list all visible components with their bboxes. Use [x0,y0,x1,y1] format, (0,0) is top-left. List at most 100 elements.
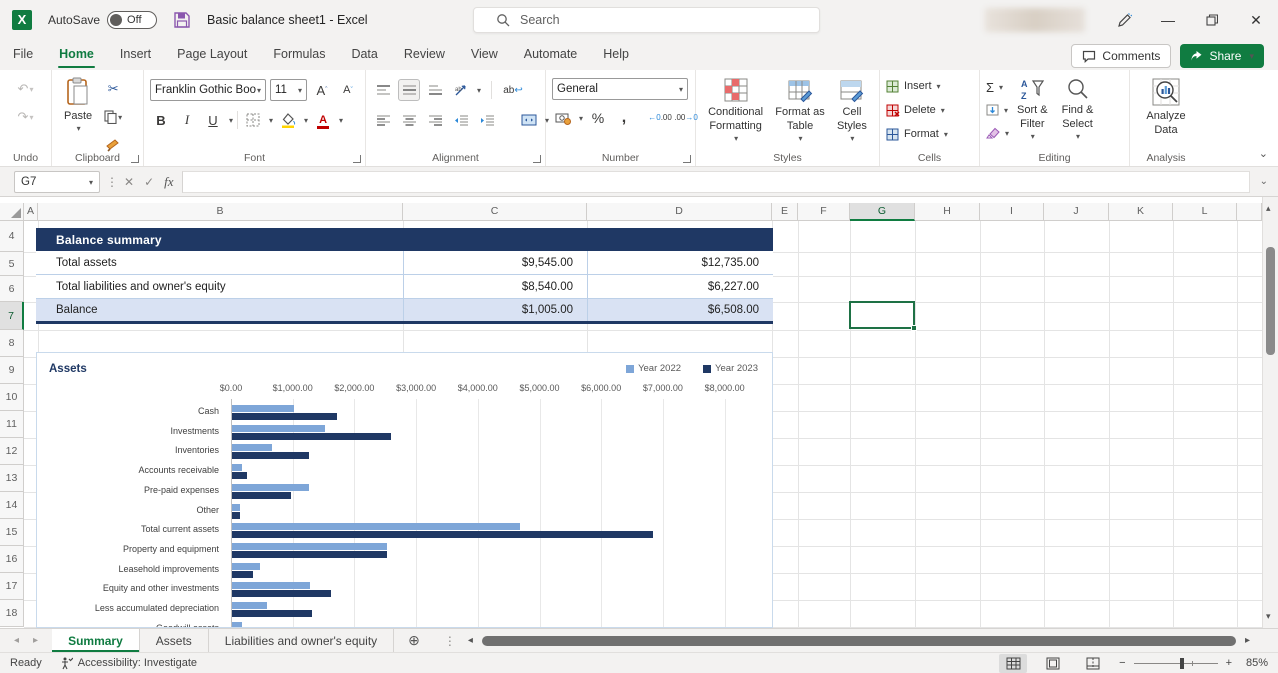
decrease-indent-icon[interactable] [450,109,472,131]
page-break-view-button[interactable] [1079,654,1107,673]
accounting-format-icon[interactable] [552,107,574,129]
sheet-grid[interactable]: ABCDEFGHIJKL 456789101112131415161718 Ba… [0,197,1262,628]
zoom-in-icon[interactable]: + [1226,657,1232,669]
cut-icon[interactable]: ✂ [102,78,124,100]
name-box[interactable]: G7 ▾ [14,171,100,193]
wrap-text-icon[interactable]: ab↩ [502,79,524,101]
paste-button[interactable]: Paste ▾ [58,74,98,156]
row-header-8[interactable]: 8 [0,330,24,357]
undo-button[interactable]: ↶▾ [15,78,37,100]
italic-button[interactable]: I [176,109,198,131]
cancel-icon[interactable]: ✕ [124,175,134,189]
column-header-E[interactable]: E [772,203,798,221]
underline-dropdown-icon[interactable]: ▾ [229,116,233,125]
row-header-14[interactable]: 14 [0,492,24,519]
tabbar-divider[interactable]: ⋮ [434,629,466,652]
fill-handle[interactable] [911,325,917,331]
row-header-9[interactable]: 9 [0,357,24,384]
tab-view[interactable]: View [458,40,511,70]
tab-file[interactable]: File [0,40,46,70]
copy-icon[interactable]: ▾ [102,106,124,128]
scroll-right-icon[interactable]: ▸ [1245,635,1250,646]
tab-insert[interactable]: Insert [107,40,164,70]
conditional-formatting-button[interactable]: Conditional Formatting ▾ [702,74,769,147]
close-button[interactable]: ✕ [1234,0,1278,40]
zoom-out-icon[interactable]: − [1119,657,1125,669]
redo-button[interactable]: ↷▾ [15,106,37,128]
number-dialog-launcher[interactable] [683,155,691,163]
format-as-table-button[interactable]: Format as Table ▾ [769,74,831,147]
vertical-scrollbar-thumb[interactable] [1266,247,1275,355]
collapse-ribbon-icon[interactable]: ⌄ [1259,147,1268,160]
orientation-icon[interactable]: ab [450,79,472,101]
comma-style-icon[interactable]: , [613,107,635,129]
sheet-tab-assets[interactable]: Assets [140,629,209,652]
formula-input[interactable] [182,171,1250,193]
increase-decimal-icon[interactable]: ←0.00 [649,107,671,129]
column-header-C[interactable]: C [403,203,587,221]
row-header-5[interactable]: 5 [0,252,24,276]
merge-center-icon[interactable] [518,109,540,131]
format-cells-button[interactable]: Format ▾ [886,124,973,144]
zoom-level[interactable]: 85% [1240,657,1268,669]
tab-help[interactable]: Help [590,40,642,70]
formula-bar-expand-icon[interactable]: ⌄ [1260,176,1268,187]
column-header-B[interactable]: B [38,203,403,221]
find-select-button[interactable]: Find & Select ▾ [1056,74,1100,145]
row-header-7[interactable]: 7 [0,302,24,330]
row-header-16[interactable]: 16 [0,546,24,573]
column-header-H[interactable]: H [915,203,980,221]
insert-function-icon[interactable]: fx [164,174,173,190]
accessibility-status[interactable]: Accessibility: Investigate [60,657,197,670]
align-left-icon[interactable] [372,109,394,131]
zoom-slider-thumb[interactable] [1180,658,1184,669]
alignment-dialog-launcher[interactable] [533,155,541,163]
column-header-D[interactable]: D [587,203,772,221]
row-header-13[interactable]: 13 [0,465,24,492]
underline-button[interactable]: U [202,109,224,131]
column-header-I[interactable]: I [980,203,1044,221]
pen-mode-icon[interactable] [1102,0,1146,40]
share-dropdown-icon[interactable]: ▾ [1249,51,1254,62]
new-sheet-button[interactable]: ⊕ [394,629,434,652]
align-top-icon[interactable] [372,79,394,101]
tab-home[interactable]: Home [46,40,107,70]
table-row-balance[interactable]: Balance$1,005.00$6,508.00 [36,299,773,324]
column-header-F[interactable]: F [798,203,850,221]
tab-formulas[interactable]: Formulas [260,40,338,70]
row-header-18[interactable]: 18 [0,600,24,627]
bold-button[interactable]: B [150,109,172,131]
fill-button[interactable]: ▾ [986,100,1009,120]
row-header-4[interactable]: 4 [0,221,24,252]
fill-color-icon[interactable] [277,109,299,131]
tab-review[interactable]: Review [391,40,458,70]
cell-styles-button[interactable]: Cell Styles ▾ [831,74,873,147]
column-header-G[interactable]: G [850,203,915,221]
align-bottom-icon[interactable] [424,79,446,101]
column-header-K[interactable]: K [1109,203,1173,221]
tab-data[interactable]: Data [338,40,390,70]
assets-chart[interactable]: Assets Year 2022Year 2023 $0.00$1,000.00… [36,352,773,628]
column-header-J[interactable]: J [1044,203,1109,221]
tab-page-layout[interactable]: Page Layout [164,40,260,70]
save-icon[interactable] [173,11,191,29]
enter-icon[interactable]: ✓ [144,175,154,189]
column-header-partial[interactable] [1237,203,1262,221]
insert-cells-button[interactable]: Insert ▾ [886,76,973,96]
column-header-A[interactable]: A [24,203,38,221]
search-box[interactable]: Search [473,7,820,33]
vertical-scrollbar[interactable]: ▴ ▾ [1262,197,1278,628]
font-size-combo[interactable]: 11 ▾ [270,79,307,101]
autosum-button[interactable]: Σ▾ [986,77,1009,97]
zoom-slider[interactable] [1134,663,1218,664]
name-box-dropdown-icon[interactable]: ▾ [89,178,93,187]
page-layout-view-button[interactable] [1039,654,1067,673]
align-center-icon[interactable] [398,109,420,131]
borders-icon[interactable] [242,109,264,131]
paste-dropdown-icon[interactable]: ▾ [77,124,81,134]
number-format-combo[interactable]: General ▾ [552,78,688,100]
table-row-total-liabilities-and-owner-s-equity[interactable]: Total liabilities and owner's equity$8,5… [36,275,773,299]
font-name-combo[interactable]: Franklin Gothic Boo ▾ [150,79,266,101]
align-middle-icon[interactable] [398,79,420,101]
scroll-left-icon[interactable]: ◂ [468,635,473,646]
